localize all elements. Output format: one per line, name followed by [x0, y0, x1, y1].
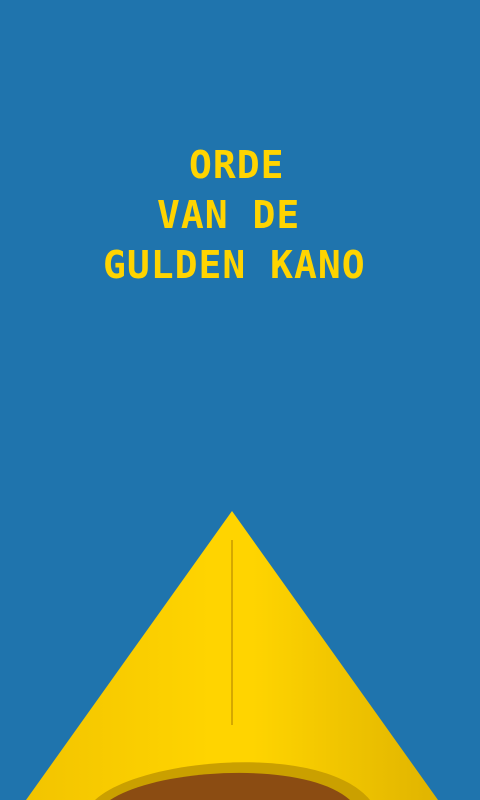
canoe-bow-icon: [26, 511, 438, 800]
splash-screen: ORDE VAN DE GULDEN KANO: [0, 0, 480, 800]
